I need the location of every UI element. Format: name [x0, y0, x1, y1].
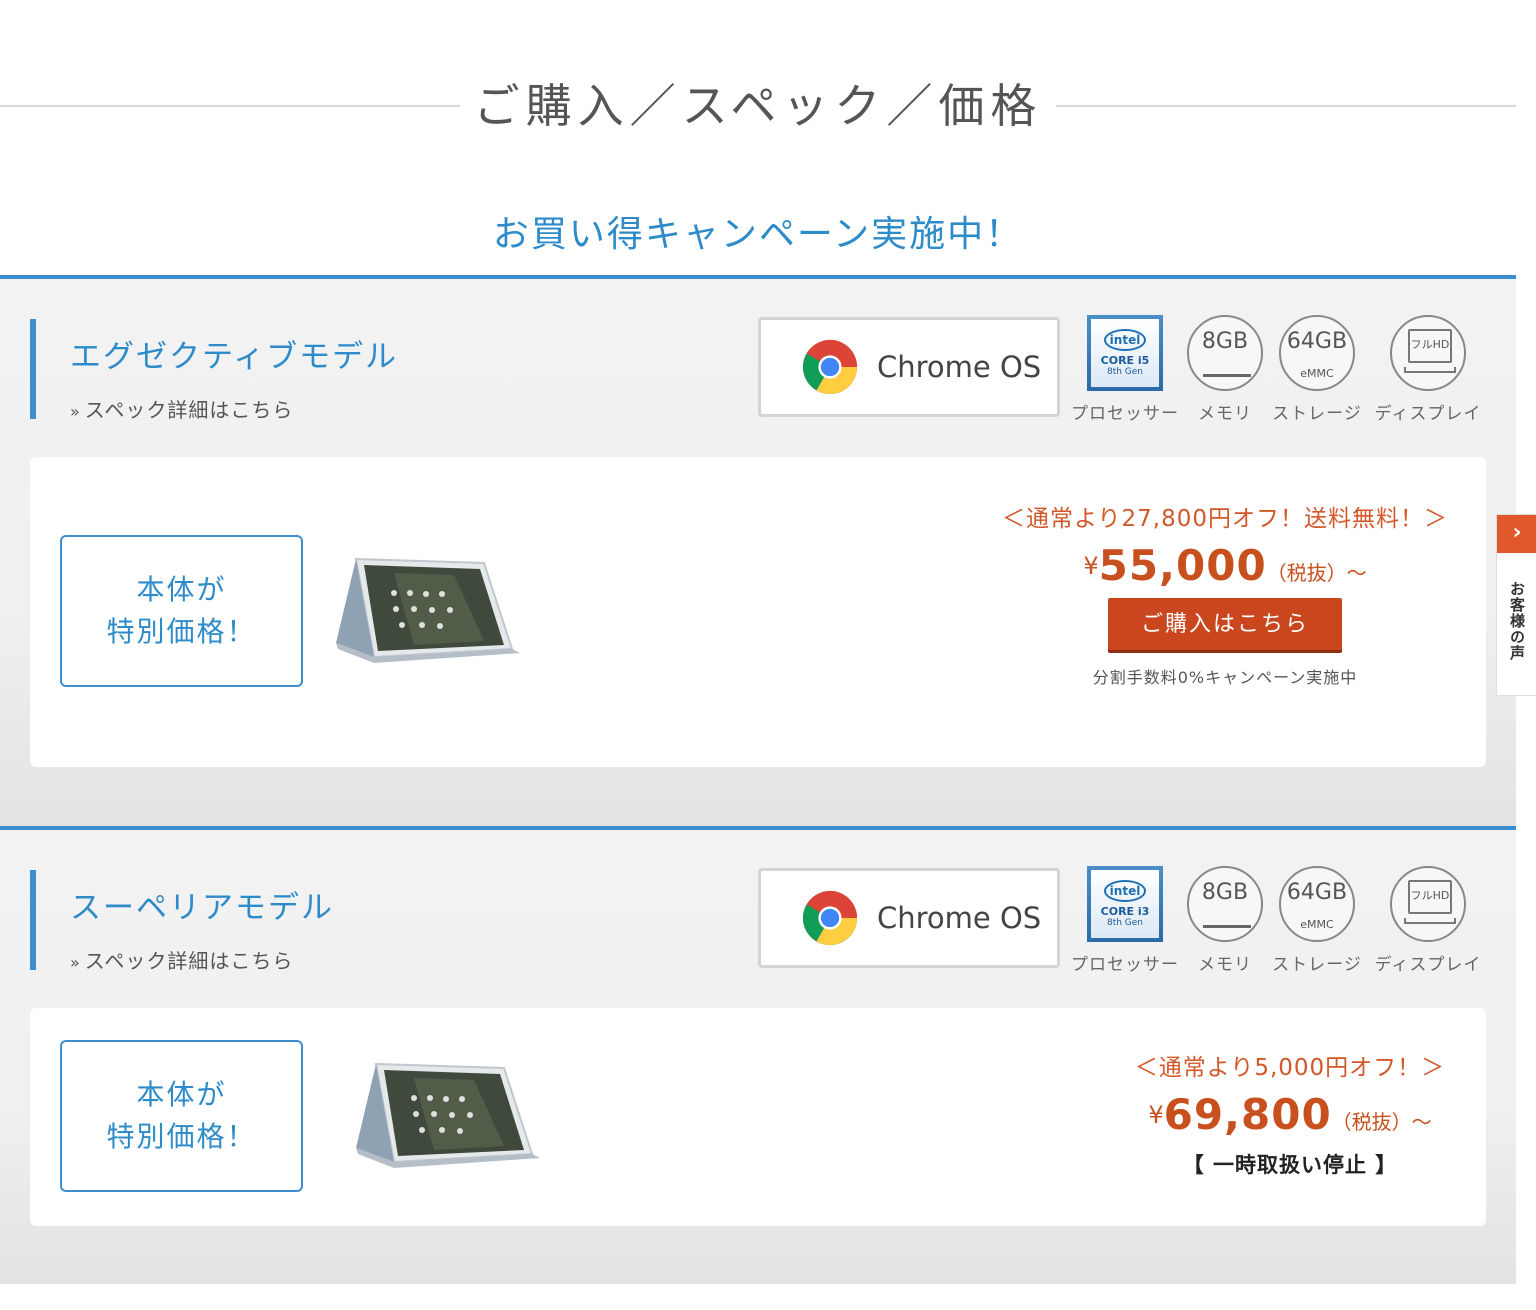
- customer-voice-label: お客様の声: [1508, 581, 1526, 661]
- display-value: フルHD: [1408, 329, 1452, 363]
- laptop-image: [336, 557, 520, 663]
- spec-display: フルHD ディスプレイ: [1375, 315, 1480, 424]
- price-card: 本体が 特別価格！ ＜通常より5,000円オフ！＞ ¥69,800（税抜）～ 【…: [30, 1008, 1486, 1226]
- memory-value: 8GB: [1201, 880, 1249, 905]
- model-executive: エグゼクティブモデル » スペック詳細はこちら Chrome OS intel CO…: [0, 275, 1516, 827]
- cpu-gen: 8th Gen: [1106, 918, 1144, 928]
- model-superior: スーペリアモデル » スペック詳細はこちら Chrome OS intel CORE…: [0, 826, 1516, 1284]
- chrome-icon: [802, 339, 858, 395]
- discount-offer: ＜通常より27,800円オフ！送料無料！＞: [1001, 506, 1449, 532]
- price: ¥69,800（税抜）～: [1110, 1090, 1470, 1139]
- spec-link-label: スペック詳細はこちら: [84, 949, 294, 973]
- currency-symbol: ¥: [1148, 1101, 1164, 1129]
- storage-value: 64GB: [1286, 880, 1348, 905]
- double-chevron-icon: »: [70, 402, 81, 421]
- currency-symbol: ¥: [1083, 552, 1099, 580]
- price: ¥55,000（税抜）～: [990, 541, 1460, 590]
- special-line-1: 本体が: [136, 1078, 227, 1111]
- cpu-core: CORE i3: [1100, 905, 1150, 918]
- spec-label: ディスプレイ: [1374, 955, 1482, 975]
- display-icon: フルHD: [1390, 866, 1466, 942]
- model-title: スーペリアモデル: [70, 890, 334, 926]
- storage-type: eMMC: [1300, 918, 1334, 931]
- storage-icon: 64GB eMMC: [1279, 315, 1355, 391]
- laptop-image: [356, 1062, 540, 1168]
- intel-core-icon: intel CORE i3 8th Gen: [1087, 866, 1163, 942]
- customer-voice-tab[interactable]: › お客様の声: [1496, 514, 1536, 696]
- os-name: Chrome OS: [877, 901, 1042, 935]
- spec-link-label: スペック詳細はこちら: [84, 398, 294, 422]
- tax-note: （税抜）～: [1331, 1110, 1432, 1134]
- campaign-banner: お買い得キャンペーン実施中！: [492, 214, 1024, 255]
- spec-icons: intel CORE i5 8th Gen プロセッサー 8GB メモリ 64GB e…: [1066, 315, 1486, 425]
- memory-value: 8GB: [1201, 329, 1249, 354]
- os-name: Chrome OS: [877, 350, 1042, 384]
- display-value: フルHD: [1408, 880, 1452, 914]
- model-title: エグゼクティブモデル: [70, 339, 399, 375]
- installment-note: 分割手数料0%キャンペーン実施中: [1092, 668, 1358, 687]
- cpu-gen: 8th Gen: [1106, 367, 1144, 377]
- display-icon: フルHD: [1390, 315, 1466, 391]
- spec-processor: intel CORE i5 8th Gen プロセッサー: [1071, 315, 1178, 424]
- buy-button[interactable]: ご購入はこちら: [1108, 598, 1342, 650]
- chrome-icon: [802, 890, 858, 946]
- intel-logo: intel: [1104, 329, 1146, 351]
- spec-icons: intel CORE i3 8th Gen プロセッサー 8GB メモリ 64GB e…: [1066, 866, 1486, 976]
- spec-detail-link[interactable]: » スペック詳細はこちら: [70, 945, 334, 974]
- chevron-right-icon: ›: [1497, 515, 1536, 553]
- price-amount: 55,000: [1098, 541, 1267, 590]
- memory-icon: 8GB: [1187, 315, 1263, 391]
- model-title-block: エグゼクティブモデル » スペック詳細はこちら: [30, 319, 399, 422]
- price-card: 本体が 特別価格！ ＜通常より27,800円オフ！送料無料！＞ ¥55,000（…: [30, 457, 1486, 767]
- intel-core-icon: intel CORE i5 8th Gen: [1087, 315, 1163, 391]
- spec-label: プロセッサー: [1071, 955, 1179, 975]
- storage-icon: 64GB eMMC: [1279, 866, 1355, 942]
- spec-label: ストレージ: [1272, 404, 1362, 424]
- model-title-block: スーペリアモデル » スペック詳細はこちら: [30, 870, 334, 973]
- special-line-2: 特別価格！: [106, 1120, 257, 1153]
- os-badge: Chrome OS: [758, 317, 1060, 417]
- discount-offer: ＜通常より5,000円オフ！＞: [1134, 1055, 1446, 1081]
- sale-suspended-notice: 【 一時取扱い停止 】: [1182, 1153, 1398, 1177]
- price-amount: 69,800: [1163, 1090, 1332, 1139]
- spec-memory: 8GB メモリ: [1186, 315, 1264, 424]
- tax-note: （税抜）～: [1266, 561, 1367, 585]
- spec-processor: intel CORE i3 8th Gen プロセッサー: [1071, 866, 1178, 975]
- storage-type: eMMC: [1300, 367, 1334, 380]
- special-price-badge: 本体が 特別価格！: [60, 1040, 303, 1192]
- heading-rule-right: [1056, 105, 1516, 107]
- spec-storage: 64GB eMMC ストレージ: [1272, 866, 1361, 975]
- cpu-core: CORE i5: [1100, 354, 1150, 367]
- spec-label: プロセッサー: [1071, 404, 1179, 424]
- spec-label: メモリ: [1198, 955, 1252, 975]
- spec-display: フルHD ディスプレイ: [1375, 866, 1480, 975]
- memory-icon: 8GB: [1187, 866, 1263, 942]
- storage-value: 64GB: [1286, 329, 1348, 354]
- spec-label: メモリ: [1198, 404, 1252, 424]
- section-heading: ご購入／スペック／価格: [0, 60, 1516, 150]
- special-line-2: 特別価格！: [106, 615, 257, 648]
- intel-logo: intel: [1104, 880, 1146, 902]
- spec-detail-link[interactable]: » スペック詳細はこちら: [70, 394, 398, 423]
- double-chevron-icon: »: [70, 953, 81, 972]
- price-column: ＜通常より5,000円オフ！＞ ¥69,800（税抜）～ 【 一時取扱い停止 】: [1110, 1046, 1470, 1179]
- os-badge: Chrome OS: [758, 868, 1060, 968]
- spec-memory: 8GB メモリ: [1186, 866, 1264, 975]
- special-line-1: 本体が: [136, 573, 227, 606]
- special-price-badge: 本体が 特別価格！: [60, 535, 303, 687]
- page: ご購入／スペック／価格 お買い得キャンペーン実施中！ エグゼクティブモデル » ス…: [0, 0, 1536, 1310]
- spec-label: ディスプレイ: [1374, 404, 1482, 424]
- page-title: ご購入／スペック／価格: [473, 79, 1043, 133]
- price-column: ＜通常より27,800円オフ！送料無料！＞ ¥55,000（税抜）～ ご購入はこ…: [990, 497, 1460, 688]
- heading-rule-left: [0, 105, 460, 107]
- spec-label: ストレージ: [1272, 955, 1362, 975]
- spec-storage: 64GB eMMC ストレージ: [1272, 315, 1361, 424]
